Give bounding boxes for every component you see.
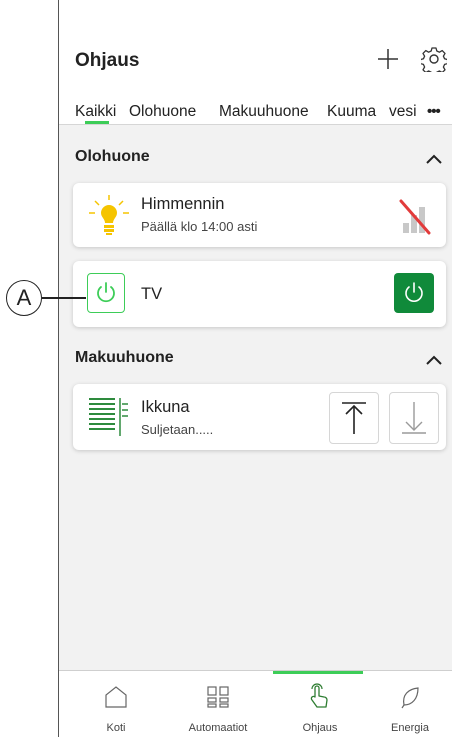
close-down-button[interactable] [389,392,439,444]
tab-olohuone[interactable]: Olohuone [129,103,196,121]
active-tab-indicator [85,121,109,124]
grid-icon [207,686,229,708]
more-tabs-button[interactable]: ••• [427,103,441,120]
nav-ohjaus[interactable]: Ohjaus [271,671,369,737]
nav-koti[interactable]: Koti [67,671,165,737]
callout-a: A [6,280,42,316]
arrow-down-icon [402,402,426,434]
nav-label: Ohjaus [302,722,338,734]
section-title-makuuhuone: Makuuhuone [75,349,174,366]
tab-kuuma[interactable]: Kuuma [327,103,376,121]
device-card-tv[interactable]: TV [73,261,446,327]
tab-makuuhuone[interactable]: Makuuhuone [219,103,309,121]
device-status: Suljetaan..... [141,422,214,437]
callout-line [42,297,86,299]
blind-icon [89,398,128,436]
nav-automaatiot[interactable]: Automaatiot [169,671,267,737]
bottom-nav: Koti Automaatiot Ohjaus Energia [59,670,452,737]
device-name: Ikkuna [141,398,190,416]
plus-icon[interactable] [375,46,401,72]
no-signal-icon [399,199,431,235]
tab-vesi[interactable]: vesi [389,103,417,121]
device-card-dimmer[interactable]: Himmennin Päällä klo 14:00 asti [73,183,446,247]
nav-label: Automaatiot [188,722,248,734]
phone-screen: Ohjaus Kaikki Olohuone Makuuhuone Kuuma … [58,0,452,737]
leaf-icon [401,687,419,709]
chevron-up-icon[interactable] [425,354,443,366]
power-icon [87,273,125,313]
power-toggle-button[interactable] [394,273,434,313]
device-status: Päällä klo 14:00 asti [141,219,258,234]
device-name: TV [141,285,163,303]
device-card-blind[interactable]: Ikkuna Suljetaan..... [73,384,446,450]
nav-label: Energia [391,722,429,734]
gear-icon[interactable] [421,46,447,72]
header: Ohjaus Kaikki Olohuone Makuuhuone Kuuma … [59,0,452,125]
nav-label: Koti [106,722,126,734]
chevron-up-icon[interactable] [425,153,443,165]
open-up-button[interactable] [329,392,379,444]
page-title: Ohjaus [75,50,140,71]
tab-kaikki[interactable]: Kaikki [75,103,116,121]
home-icon [105,686,127,708]
section-title-olohuone: Olohuone [75,148,150,165]
bulb-icon [89,195,129,235]
arrow-up-icon [342,402,366,434]
device-name: Himmennin [141,195,225,213]
power-icon [405,282,423,302]
tab-bar: Kaikki Olohuone Makuuhuone Kuuma vesi ••… [59,96,452,125]
hand-touch-icon [310,683,328,708]
nav-energia[interactable]: Energia [361,671,452,737]
